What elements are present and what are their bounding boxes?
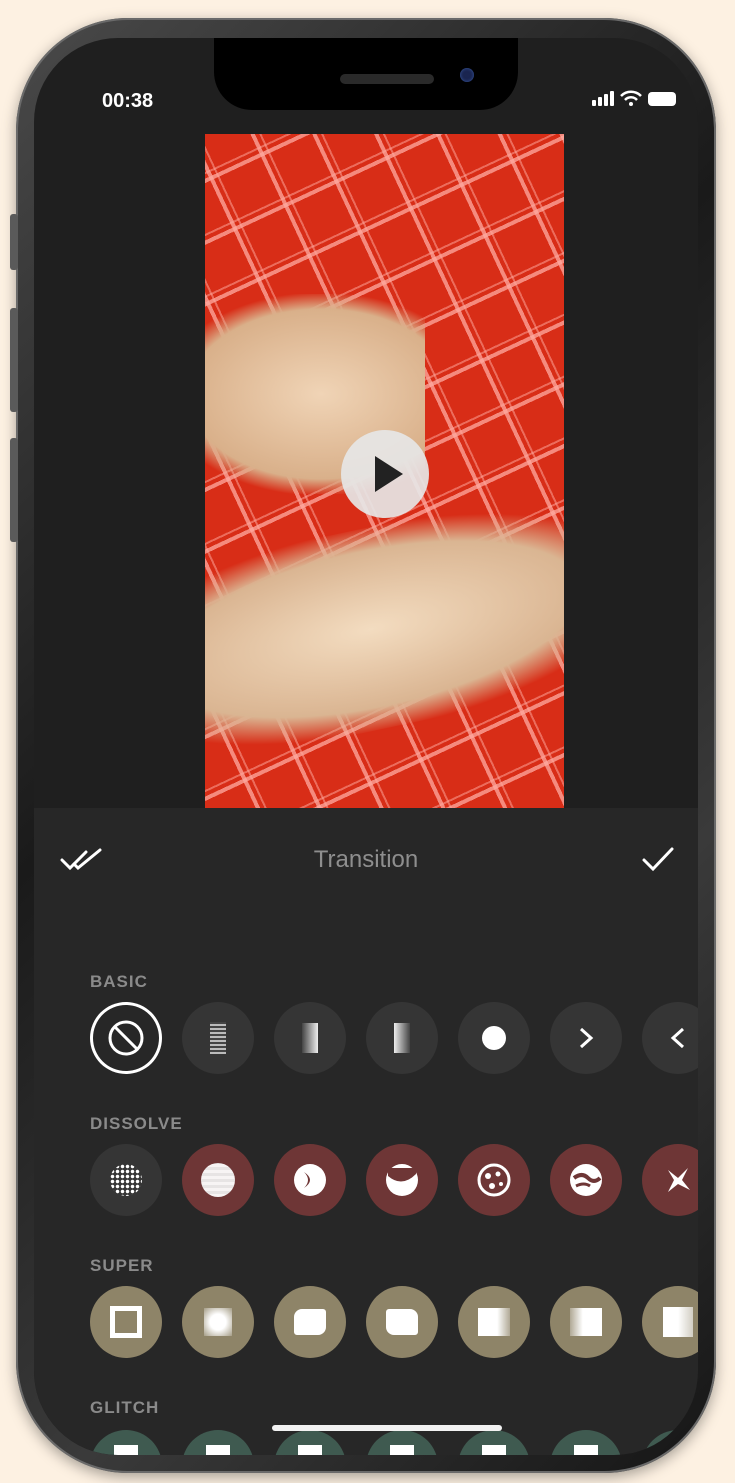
- glitch-4-icon: [390, 1445, 414, 1455]
- glitch-3-icon: [298, 1445, 322, 1455]
- transition-basic-6[interactable]: [550, 1002, 622, 1074]
- glitch-6-icon: [574, 1445, 598, 1455]
- front-camera: [460, 68, 474, 82]
- silent-switch: [10, 214, 18, 270]
- section-label-glitch: GLITCH: [90, 1398, 160, 1417]
- play-button[interactable]: [341, 430, 429, 518]
- chevron-right-icon: [579, 1027, 594, 1049]
- wavy-square-alt-icon: [386, 1309, 418, 1335]
- transition-dissolve-2[interactable]: [182, 1144, 254, 1216]
- square-frame-icon: [110, 1306, 142, 1338]
- transition-dissolve-6[interactable]: [550, 1144, 622, 1216]
- transition-basic-4[interactable]: [366, 1002, 438, 1074]
- splash-icon: [668, 1168, 690, 1192]
- volume-up-button: [10, 308, 18, 412]
- wavy-square-icon: [294, 1309, 326, 1335]
- soft-square-icon: [204, 1308, 232, 1336]
- swirl-circle-icon: [570, 1164, 602, 1196]
- basic-transitions-row: [90, 1002, 698, 1074]
- transition-glitch-4[interactable]: [366, 1430, 438, 1455]
- transition-panel: Transition BASIC DISSOLVE SUPER GLITCH: [34, 808, 698, 1455]
- status-icons: [592, 90, 676, 106]
- section-label-dissolve: DISSOLVE: [90, 1114, 183, 1133]
- cat-leg: [205, 474, 564, 774]
- transition-dissolve-1[interactable]: [90, 1144, 162, 1216]
- video-preview[interactable]: [205, 134, 564, 808]
- transition-super-4[interactable]: [366, 1286, 438, 1358]
- half-moon-icon: [294, 1164, 326, 1196]
- transition-basic-2[interactable]: [182, 1002, 254, 1074]
- super-transitions-row: [90, 1286, 698, 1358]
- transition-glitch-3[interactable]: [274, 1430, 346, 1455]
- half-square-icon: [663, 1307, 693, 1337]
- transition-glitch-1[interactable]: [90, 1430, 162, 1455]
- transition-super-7[interactable]: [642, 1286, 698, 1358]
- glitch-7-icon: [666, 1445, 690, 1455]
- transition-super-3[interactable]: [274, 1286, 346, 1358]
- none-icon: [108, 1020, 144, 1056]
- dot-icon: [482, 1026, 506, 1050]
- glitch-transitions-row: [90, 1430, 698, 1455]
- transition-glitch-5[interactable]: [458, 1430, 530, 1455]
- dissolve-gradient-icon: [210, 1022, 226, 1054]
- transition-super-2[interactable]: [182, 1286, 254, 1358]
- transition-glitch-6[interactable]: [550, 1430, 622, 1455]
- phone-screen: 00:38 Transition BASIC DISSOLVE SUPER GL…: [34, 38, 698, 1455]
- status-time: 00:38: [102, 90, 154, 112]
- blur-square-alt-icon: [570, 1308, 602, 1336]
- transition-glitch-7[interactable]: [642, 1430, 698, 1455]
- transition-dissolve-7[interactable]: [642, 1144, 698, 1216]
- transition-super-5[interactable]: [458, 1286, 530, 1358]
- glitch-1-icon: [114, 1445, 138, 1455]
- battery-icon: [648, 92, 676, 106]
- fade-left-icon: [302, 1023, 318, 1053]
- panel-title: Transition: [313, 846, 419, 873]
- transition-dissolve-3[interactable]: [274, 1144, 346, 1216]
- home-indicator[interactable]: [272, 1425, 502, 1431]
- transition-super-6[interactable]: [550, 1286, 622, 1358]
- transition-super-1[interactable]: [90, 1286, 162, 1358]
- transition-none[interactable]: [90, 1002, 162, 1074]
- section-label-basic: BASIC: [90, 972, 148, 991]
- panel-header: Transition: [34, 808, 698, 912]
- chevron-left-icon: [670, 1027, 685, 1049]
- speaker: [340, 74, 434, 84]
- transition-basic-7[interactable]: [642, 1002, 698, 1074]
- volume-down-button: [10, 438, 18, 542]
- dots-circle-icon: [477, 1163, 511, 1197]
- glitch-2-icon: [206, 1445, 230, 1455]
- transition-glitch-2[interactable]: [182, 1430, 254, 1455]
- dot-grid-icon: [110, 1164, 142, 1196]
- transition-basic-3[interactable]: [274, 1002, 346, 1074]
- blur-square-icon: [478, 1308, 510, 1336]
- confirm-check-icon[interactable]: [640, 844, 676, 874]
- wifi-icon: [620, 90, 642, 106]
- wave-circle-icon: [386, 1164, 418, 1196]
- section-label-super: SUPER: [90, 1256, 154, 1275]
- transition-basic-5[interactable]: [458, 1002, 530, 1074]
- fade-right-icon: [394, 1023, 410, 1053]
- globe-grid-icon: [201, 1163, 235, 1197]
- glitch-5-icon: [482, 1445, 506, 1455]
- transition-dissolve-5[interactable]: [458, 1144, 530, 1216]
- notch: [214, 38, 518, 110]
- transition-dissolve-4[interactable]: [366, 1144, 438, 1216]
- dissolve-transitions-row: [90, 1144, 698, 1216]
- play-icon: [375, 456, 403, 492]
- signal-icon: [592, 91, 614, 106]
